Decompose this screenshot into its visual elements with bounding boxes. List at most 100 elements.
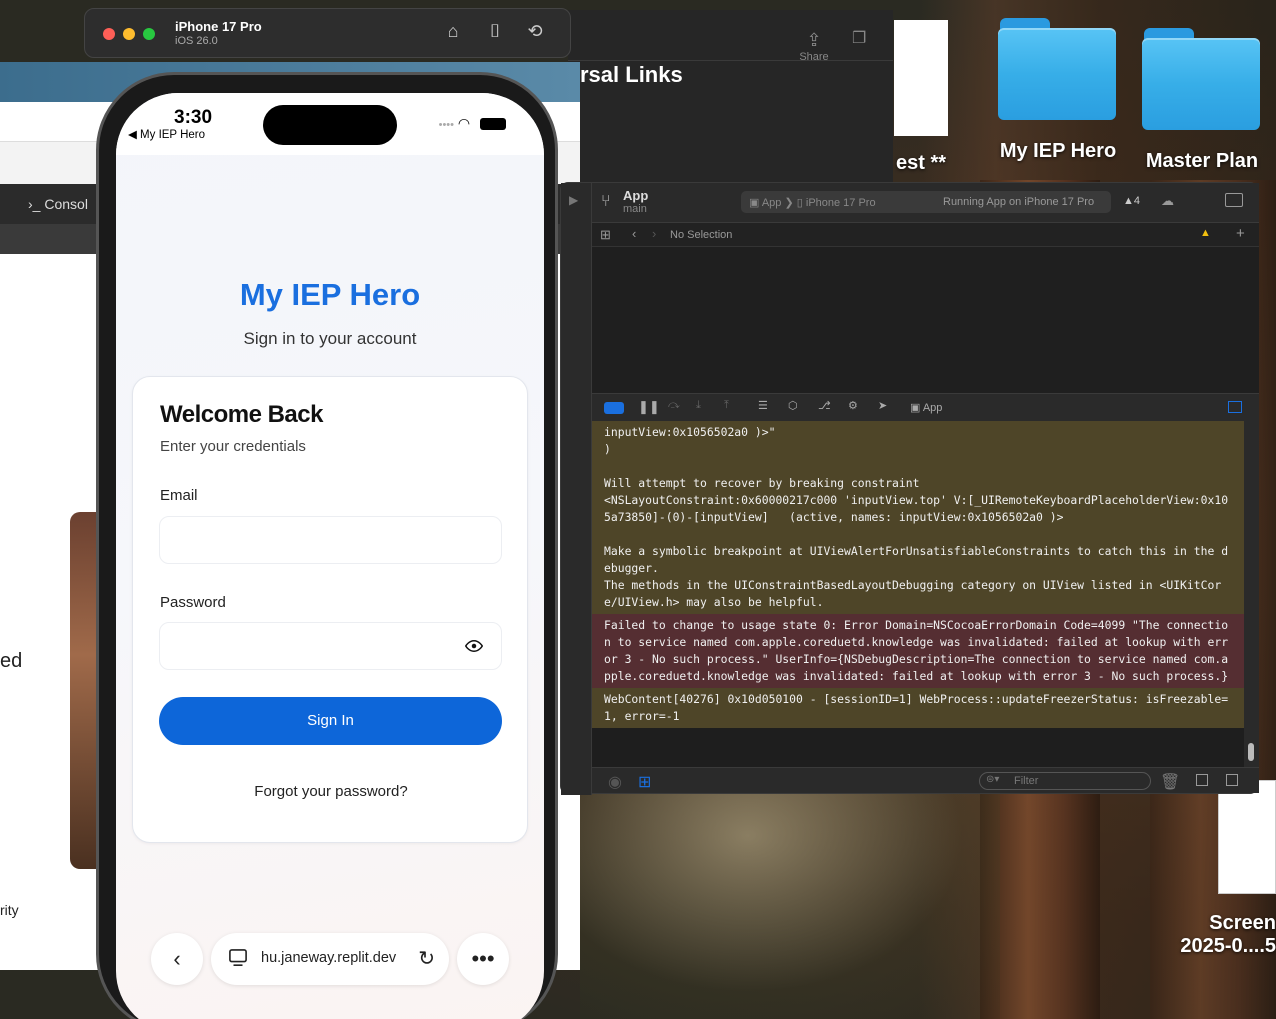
pause-icon[interactable]: ❚❚ (638, 399, 660, 415)
graph-icon[interactable]: ⎇ (818, 399, 831, 412)
share-label: Share (799, 51, 829, 63)
console-scrollbar[interactable] (1244, 421, 1259, 767)
run-icon[interactable]: ▶ (569, 193, 578, 207)
iphone-screen: 3:30 ◀ My IEP Hero •••• ◠ My IEP Hero Si… (116, 93, 544, 1019)
back-button[interactable]: ‹ (151, 933, 203, 985)
status-bar: 3:30 ◀ My IEP Hero •••• ◠ (116, 93, 544, 155)
view-hierarchy-icon[interactable]: ☰ (758, 399, 768, 412)
home-icon[interactable]: ⌂ (441, 21, 465, 45)
divider (568, 60, 893, 61)
eye-icon[interactable] (465, 637, 483, 655)
build-status: Running App on iPhone 17 Pro (943, 196, 1095, 208)
universal-links-window: ⇪ Share ❐ rsal Links (568, 10, 893, 185)
console-output[interactable]: inputView:0x1056502a0 )>" ) Will attempt… (592, 421, 1244, 767)
signal-icon: •••• (438, 119, 454, 131)
app-icon: ▣ (749, 197, 762, 209)
split-left-icon[interactable] (1196, 774, 1208, 786)
duplicate-icon[interactable]: ❐ (852, 28, 866, 48)
rotate-icon[interactable]: ⟲ (523, 21, 547, 45)
desktop-screenshot-thumbnail[interactable] (1218, 780, 1276, 894)
forgot-password-link[interactable]: Forgot your password? (133, 783, 529, 800)
warnings-badge[interactable]: ▲4 (1123, 195, 1140, 207)
trash-icon[interactable]: 🗑 (1160, 772, 1180, 792)
share-button[interactable]: ⇪ Share (796, 30, 832, 63)
memory-graph-icon[interactable]: ⬡ (788, 399, 798, 412)
background-text: ed (0, 650, 23, 672)
address-bar[interactable]: hu.janeway.replit.dev ↻ (211, 933, 449, 985)
ellipsis-icon: ••• (471, 946, 495, 971)
warning-icon[interactable]: ▲ (1200, 227, 1211, 239)
environment-icon[interactable]: ⚙ (848, 399, 858, 412)
desktop-document-thumbnail[interactable] (894, 20, 948, 136)
chevron-left-icon[interactable]: ‹ (632, 226, 636, 241)
desktop-item-partial[interactable]: est ** (896, 152, 946, 175)
debug-target[interactable]: ▣ App (910, 401, 942, 414)
xcode-toolbar: ⑂ App main ▣ App ❯ ▯ iPhone 17 Pro Runni… (561, 183, 1259, 223)
dynamic-island (263, 105, 397, 145)
filter-scope-icon[interactable]: ⊞ (638, 772, 651, 792)
status-time: 3:30 (174, 107, 213, 128)
desktop-screenshot-item[interactable]: Screen 2025-0....5 (1178, 912, 1276, 958)
scheme-device: iPhone 17 Pro (805, 197, 876, 209)
desktop-item-label: est ** (896, 152, 947, 174)
folder-icon (998, 18, 1116, 120)
desktop-item-label: 2025-0....5 (1180, 935, 1276, 957)
reload-icon[interactable]: ↻ (418, 946, 435, 971)
minimize-button[interactable] (123, 28, 135, 40)
add-icon[interactable]: + (1236, 225, 1245, 242)
console-toggle-icon[interactable] (1228, 401, 1242, 413)
warning-icon: ▲ (1123, 195, 1134, 207)
password-field[interactable] (159, 622, 502, 670)
chevron-right-icon[interactable]: › (652, 226, 656, 241)
location-icon[interactable]: ➤ (878, 399, 887, 412)
console-bottom-bar: ◉ ⊞ ⊜▾ Filter 🗑 (592, 767, 1259, 793)
branch-name: main (623, 203, 647, 215)
folder-icon (1142, 28, 1260, 130)
desktop-folder-master-plan[interactable]: Master Plan (1142, 28, 1262, 173)
status-icons: •••• ◠ (439, 115, 506, 132)
terminal-icon: ›_ (28, 196, 45, 212)
window-title: rsal Links (580, 62, 683, 87)
project-name: App (623, 188, 649, 203)
email-field[interactable] (159, 516, 502, 564)
filter-icon: ⊜▾ (986, 774, 1000, 785)
simulator-os-version: iOS 26.0 (175, 35, 218, 47)
wallpaper-haze (580, 790, 1000, 1019)
zoom-button[interactable] (143, 28, 155, 40)
grid-icon[interactable]: ⊞ (600, 227, 611, 243)
branch-icon: ⑂ (601, 193, 611, 210)
editor-area (592, 247, 1259, 393)
page-menu-icon (229, 949, 247, 967)
breakpoints-toggle-icon[interactable] (604, 402, 624, 414)
app-icon: ▣ (910, 402, 923, 414)
background-text: rity (0, 902, 19, 918)
filter-placeholder: Filter (1014, 775, 1039, 787)
jump-bar: ⊞ ‹ › No Selection ▲ + (592, 223, 1259, 247)
inspector-toggle-icon[interactable] (1225, 193, 1243, 207)
desktop-folder-my-iep-hero[interactable]: My IEP Hero (998, 18, 1118, 163)
more-button[interactable]: ••• (457, 933, 509, 985)
battery-icon (480, 118, 506, 131)
folder-label: Master Plan (1145, 150, 1259, 172)
safari-bottom-bar: ‹ hu.janeway.replit.dev ↻ ••• (116, 933, 544, 993)
eye-icon[interactable]: ◉ (608, 772, 622, 792)
step-over-icon[interactable]: ⤼ (668, 399, 680, 412)
console-tab[interactable]: Consol (44, 196, 88, 212)
xcode-window: ⑂ App main ▣ App ❯ ▯ iPhone 17 Pro Runni… (560, 182, 1259, 795)
iphone-frame: 3:30 ◀ My IEP Hero •••• ◠ My IEP Hero Si… (96, 72, 558, 1019)
step-into-icon[interactable]: ⤓ (696, 399, 701, 412)
sign-in-button[interactable]: Sign In (159, 697, 502, 745)
device-icon: ▯ (796, 197, 806, 209)
filter-input[interactable]: ⊜▾ Filter (979, 772, 1151, 790)
step-out-icon[interactable]: ⤒ (724, 399, 729, 412)
url-text: hu.janeway.replit.dev (261, 950, 397, 966)
wifi-icon: ◠ (457, 115, 471, 131)
cloud-icon[interactable]: ☁ (1161, 193, 1174, 209)
split-right-icon[interactable] (1226, 774, 1238, 786)
email-label: Email (160, 487, 198, 504)
screenshot-icon[interactable]: ⌷ (483, 21, 507, 45)
back-to-app-link[interactable]: ◀ My IEP Hero (128, 127, 205, 141)
close-button[interactable] (103, 28, 115, 40)
folder-label: My IEP Hero (999, 140, 1117, 162)
login-card: Welcome Back Enter your credentials Emai… (132, 376, 528, 843)
